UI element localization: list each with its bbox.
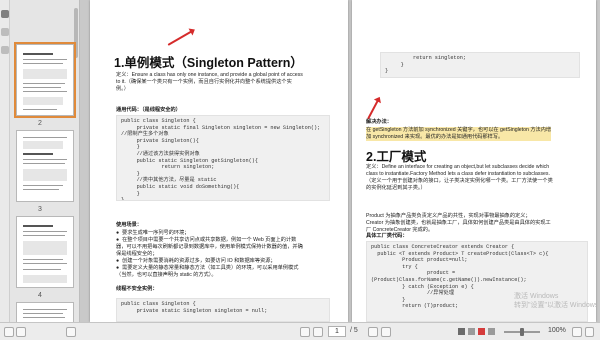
fullscreen-button[interactable]: [585, 327, 594, 337]
thumbnail-scrollbar[interactable]: [74, 8, 78, 58]
page-total: / 5: [350, 327, 358, 334]
scroll-thumbs-button[interactable]: [66, 327, 76, 337]
thumbnail-page[interactable]: [16, 130, 74, 202]
solution-text: 在 getSingleton 方法前加 synchronized 关键字，也可以…: [366, 127, 552, 141]
status-bar: 1 / 5 100%: [0, 322, 600, 340]
single-page-view-icon[interactable]: [458, 328, 465, 335]
thumbnail-page-current[interactable]: [14, 42, 76, 118]
record-icon[interactable]: [478, 328, 485, 335]
definition-text: 定义：Ensure a class has only one instance,…: [116, 72, 303, 92]
unsafe-label: 线程不安全实例：: [116, 286, 158, 292]
thumbnail-page-number: 4: [38, 292, 42, 299]
zoom-level: 100%: [548, 327, 566, 334]
thumbnail-page[interactable]: [16, 302, 74, 322]
usage-list: ● 要求生成唯一序列号的环境； ● 在整个项目中需要一个共享访问点或共享数据，例…: [116, 230, 303, 278]
document-viewport[interactable]: 1.单例模式（Singleton Pattern） 定义：Ensure a cl…: [82, 0, 600, 322]
page-number-input[interactable]: 1: [328, 326, 346, 337]
first-page-button[interactable]: [300, 327, 310, 337]
generic-code-label: 通用代码：（是线程安全的）: [116, 107, 181, 113]
activation-watermark: 激活 Windows 转到"设置"以激活 Windows。: [514, 293, 596, 309]
sidebar-toggle-button[interactable]: [4, 327, 14, 337]
pdf-reader-window: 2 3 4 1.单例模式（Singleton Pattern） 定义：Ensur…: [0, 0, 600, 340]
bookmark-icon[interactable]: [0, 28, 9, 36]
red-pen-annotation: [167, 30, 193, 46]
zoom-slider-handle[interactable]: [520, 328, 524, 336]
two-page-view-icon[interactable]: [468, 328, 475, 335]
document-page-right: return singleton; } } 解决办法： 在 getSinglet…: [352, 0, 596, 322]
document-page-left: 1.单例模式（Singleton Pattern） 定义：Ensure a cl…: [90, 0, 348, 322]
code-continuation-block: return singleton; } }: [380, 52, 580, 78]
thumbnail-panel[interactable]: 2 3 4: [10, 0, 80, 322]
thumbnail-page-number: 2: [38, 120, 42, 127]
thumbnail-view-icon[interactable]: [0, 10, 9, 18]
product-description: Product 为抽象产品类负责定义产品的共性，实现对事物最抽象的定义； Cre…: [366, 213, 551, 233]
section-title: 1.单例模式（Singleton Pattern）: [114, 56, 303, 70]
zoom-in-button[interactable]: [572, 327, 582, 337]
prev-page-button[interactable]: [313, 327, 323, 337]
last-page-button[interactable]: [381, 327, 391, 337]
usage-label: 使用场景：: [116, 222, 142, 228]
left-toolstrip: [0, 0, 10, 340]
annotation-list-icon[interactable]: [0, 46, 9, 54]
add-page-button[interactable]: [16, 327, 26, 337]
unsafe-code-block: public class Singleton { private static …: [116, 298, 330, 322]
fit-width-icon[interactable]: [488, 328, 495, 335]
definition-text: 定义：Define an interface for creating an o…: [366, 164, 553, 191]
concrete-code-label: 具体工厂类代码：: [366, 233, 408, 239]
thumbnail-page-number: 3: [38, 206, 42, 213]
next-page-button[interactable]: [368, 327, 378, 337]
section-title: 2.工厂模式: [366, 150, 427, 164]
solution-label: 解决办法：: [366, 119, 392, 125]
red-pen-annotation: [367, 99, 380, 120]
generic-code-block: public class Singleton { private static …: [116, 115, 330, 201]
thumbnail-page[interactable]: [16, 216, 74, 288]
